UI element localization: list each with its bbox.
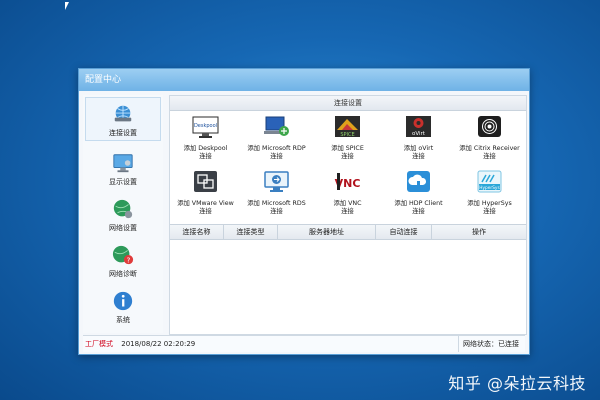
rds-icon (264, 171, 289, 192)
vnc-icon: VNC (335, 171, 360, 192)
app-label-line2: 连接 (270, 153, 283, 160)
config-center-window: 配置中心 连接设置 显示设置 网络设置 ? 网络诊断 系统 连接设置 Deskp… (78, 68, 530, 355)
svg-text:Deskpool: Deskpool (194, 123, 217, 129)
add-vmware-view-button[interactable]: 添加 VMware View 连接 (170, 167, 241, 221)
column-header-server-address[interactable]: 服务器地址 (278, 225, 376, 239)
section-title: 连接设置 (170, 96, 526, 111)
network-settings-icon (113, 199, 133, 219)
app-label: 添加 Microsoft RDP (247, 145, 306, 152)
hypersys-icon: HyperSys (477, 170, 502, 193)
column-header-auto-connect[interactable]: 自动连接 (376, 225, 432, 239)
sidebar-item-label: 网络设置 (109, 224, 137, 232)
add-microsoft-rdp-button[interactable]: 添加 Microsoft RDP 连接 (241, 112, 312, 166)
add-ovirt-button[interactable]: oVirt 添加 oVirt 连接 (383, 112, 454, 166)
network-status-label: 网络状态：已连接 (458, 336, 519, 352)
app-label: 添加 HDP Client (394, 200, 443, 207)
sidebar-item-label: 网络诊断 (109, 270, 137, 278)
app-label: 添加 Citrix Receiver (459, 145, 520, 152)
connection-table-header: 连接名称 连接类型 服务器地址 自动连接 操作 (170, 224, 526, 240)
app-label-line2: 连接 (412, 153, 425, 160)
watermark-text: 知乎 @朵拉云科技 (448, 374, 586, 393)
spice-icon: SPICE (335, 116, 360, 138)
add-citrix-receiver-button[interactable]: 添加 Citrix Receiver 连接 (454, 112, 525, 166)
app-label-line2: 连接 (270, 208, 283, 215)
add-microsoft-rds-button[interactable]: 添加 Microsoft RDS 连接 (241, 167, 312, 221)
sidebar-item-network-diagnose[interactable]: ? 网络诊断 (83, 235, 163, 281)
add-deskpool-button[interactable]: Deskpool 添加 Deskpool 连接 (170, 112, 241, 166)
network-diagnose-icon: ? (112, 245, 134, 264)
deskpool-icon: Deskpool (192, 116, 219, 138)
citrix-icon (478, 116, 501, 137)
app-label-line2: 连接 (412, 208, 425, 215)
sidebar-item-label: 显示设置 (109, 178, 137, 186)
app-label-line2: 连接 (199, 208, 212, 215)
sidebar-item-network-settings[interactable]: 网络设置 (83, 189, 163, 235)
add-spice-button[interactable]: SPICE 添加 SPICE 连接 (312, 112, 383, 166)
add-hdp-client-button[interactable]: 添加 HDP Client 连接 (383, 167, 454, 221)
sidebar-item-display-settings[interactable]: 显示设置 (83, 143, 163, 189)
sidebar-item-label: 连接设置 (109, 129, 137, 137)
status-bar: 工厂模式 2018/08/22 02:20:29 网络状态：已连接 (83, 335, 525, 352)
app-label: 添加 oVirt (403, 145, 434, 152)
column-header-actions[interactable]: 操作 (432, 225, 526, 239)
add-connection-grid: Deskpool 添加 Deskpool 连接 添加 Microsoft RDP… (170, 112, 526, 222)
connection-settings-panel: 连接设置 Deskpool 添加 Deskpool 连接 添加 Microsof… (169, 95, 527, 335)
window-title: 配置中心 (79, 69, 529, 91)
sidebar-item-label: 系统 (116, 316, 130, 324)
hdp-icon (407, 171, 430, 192)
ovirt-icon: oVirt (406, 116, 431, 137)
add-vnc-button[interactable]: VNC 添加 VNC 连接 (312, 167, 383, 221)
app-label-line2: 连接 (341, 208, 354, 215)
app-label-line2: 连接 (483, 208, 496, 215)
app-label: 添加 HyperSys (467, 200, 512, 207)
sidebar-item-connection-settings[interactable]: 连接设置 (85, 97, 161, 141)
network-globe-icon (114, 105, 132, 122)
app-label: 添加 SPICE (331, 145, 364, 152)
svg-text:oVirt: oVirt (412, 131, 426, 137)
svg-text:SPICE: SPICE (340, 132, 354, 138)
app-label-line2: 连接 (199, 153, 212, 160)
datetime-label: 2018/08/22 02:20:29 (121, 340, 196, 348)
monitor-icon (113, 154, 133, 173)
rdp-icon (264, 116, 289, 136)
add-hypersys-button[interactable]: HyperSys 添加 HyperSys 连接 (454, 167, 525, 221)
svg-text:HyperSys: HyperSys (479, 185, 500, 191)
svg-text:?: ? (127, 255, 131, 264)
info-icon (113, 291, 133, 311)
vmware-icon (194, 171, 217, 192)
app-label: 添加 Deskpool (183, 145, 228, 152)
sidebar: 连接设置 显示设置 网络设置 ? 网络诊断 系统 (83, 95, 163, 333)
app-label: 添加 VNC (333, 200, 362, 207)
column-header-name[interactable]: 连接名称 (170, 225, 224, 239)
mouse-cursor-icon (65, 2, 69, 10)
factory-mode-label: 工厂模式 (85, 340, 113, 348)
app-label-line2: 连接 (341, 153, 354, 160)
app-label: 添加 Microsoft RDS (247, 200, 306, 207)
sidebar-item-system[interactable]: 系统 (83, 281, 163, 327)
app-label: 添加 VMware View (177, 200, 234, 207)
column-header-type[interactable]: 连接类型 (224, 225, 278, 239)
app-label-line2: 连接 (483, 153, 496, 160)
